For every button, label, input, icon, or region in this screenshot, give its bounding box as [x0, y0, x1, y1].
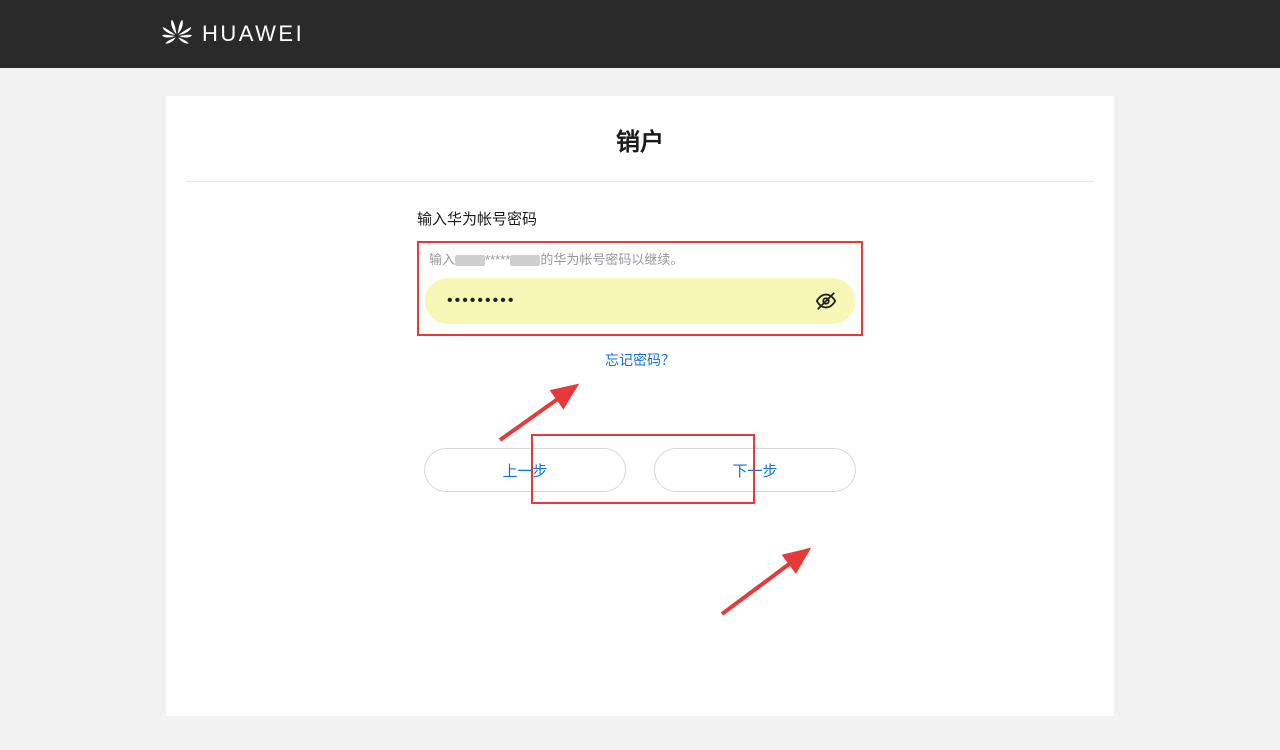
hint-suffix: 的华为帐号密码以继续。: [540, 252, 683, 267]
redacted-segment: [510, 255, 540, 266]
password-form: 输入华为帐号密码 输入 ***** 的华为帐号密码以继续。 忘记密码？ 上一步 下一…: [417, 208, 863, 492]
main-card: 销户 输入华为帐号密码 输入 ***** 的华为帐号密码以继续。 忘记密码？ 上一步…: [166, 96, 1114, 716]
huawei-icon: [160, 17, 194, 51]
hint-mid: *****: [485, 252, 510, 267]
eye-off-icon[interactable]: [815, 290, 837, 312]
forgot-password-link[interactable]: 忘记密码？: [417, 350, 863, 370]
button-row: 上一步 下一步: [417, 448, 863, 492]
redacted-segment: [455, 255, 485, 266]
password-input-wrap: [425, 278, 855, 324]
next-button[interactable]: 下一步: [654, 448, 856, 492]
annotation-arrow-icon: [712, 540, 820, 622]
hint-prefix: 输入: [429, 252, 455, 267]
password-input[interactable]: [425, 278, 855, 324]
prev-button[interactable]: 上一步: [424, 448, 626, 492]
brand-text: HUAWEI: [202, 21, 304, 47]
section-label: 输入华为帐号密码: [417, 208, 863, 229]
app-header: HUAWEI: [0, 0, 1280, 68]
password-highlight-box: 输入 ***** 的华为帐号密码以继续。: [417, 241, 863, 336]
brand-logo: HUAWEI: [160, 17, 304, 51]
password-hint: 输入 ***** 的华为帐号密码以继续。: [425, 247, 855, 278]
page-title: 销户: [186, 122, 1094, 182]
